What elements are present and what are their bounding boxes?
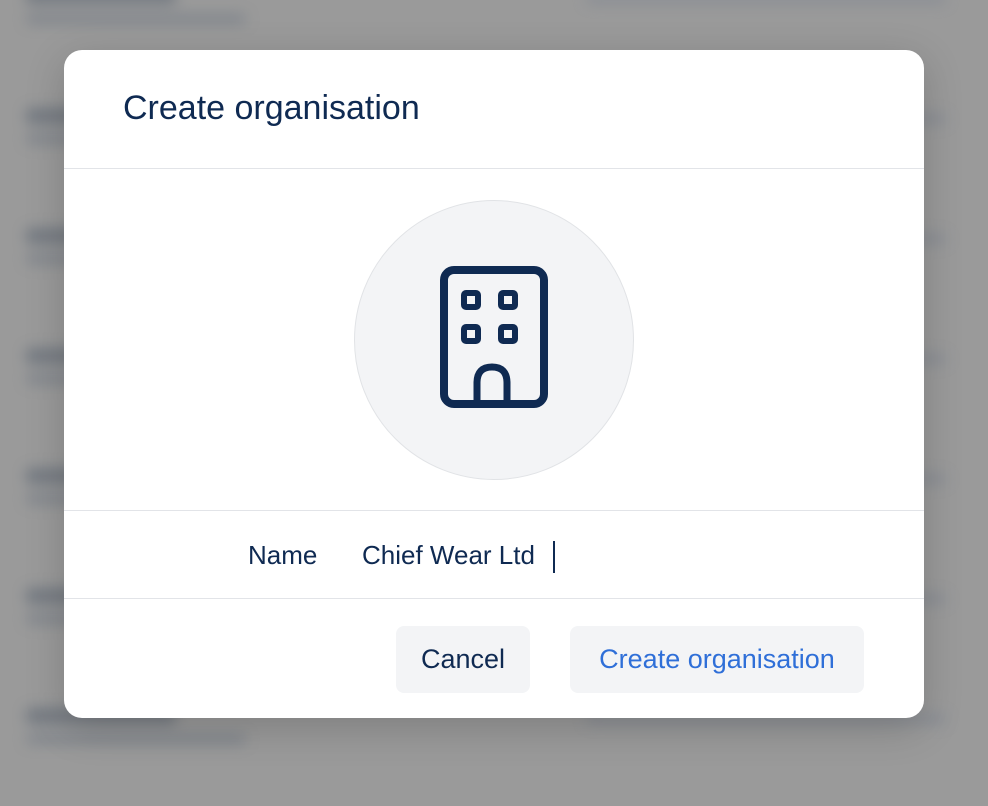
office-building-icon	[440, 266, 548, 408]
dialog-header: Create organisation	[64, 50, 924, 169]
background-row	[26, 0, 966, 40]
text-caret	[553, 541, 555, 573]
avatar-section	[64, 169, 924, 511]
organisation-name-input[interactable]	[360, 531, 802, 579]
name-field-row: Name	[64, 511, 924, 599]
create-organisation-button[interactable]: Create organisation	[570, 626, 864, 693]
dialog-title: Create organisation	[123, 89, 420, 127]
organisation-avatar[interactable]	[354, 200, 634, 480]
cancel-button[interactable]: Cancel	[396, 626, 530, 693]
name-label: Name	[248, 540, 318, 570]
create-organisation-dialog: Create organisation Name Cancel Create o…	[64, 50, 924, 718]
